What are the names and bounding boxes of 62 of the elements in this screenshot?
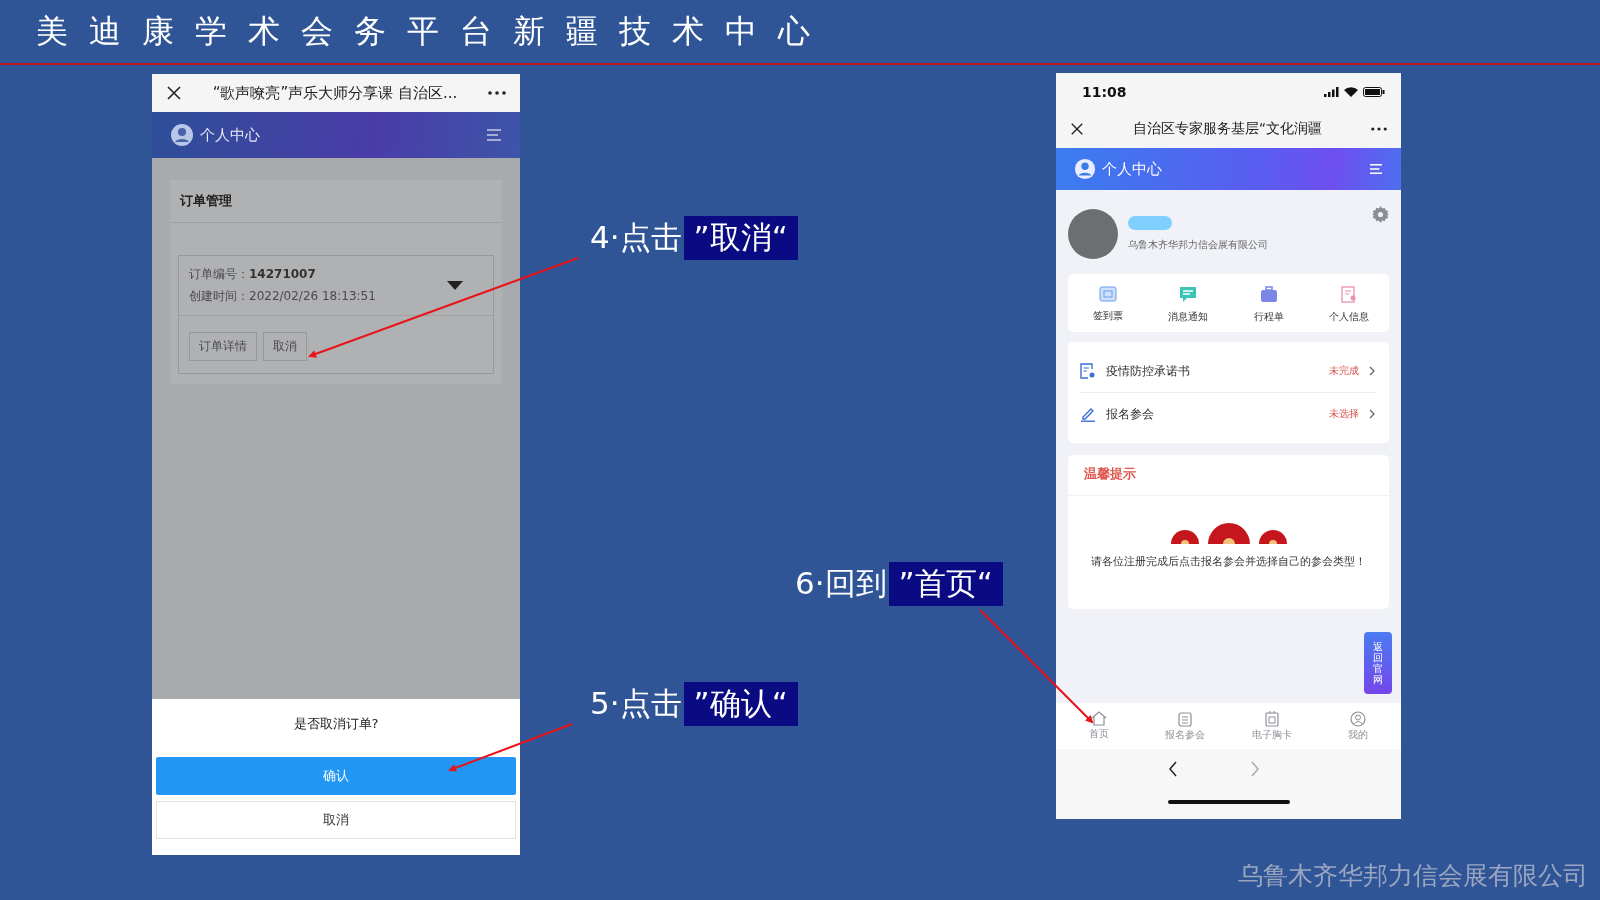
order-number: 订单编号：14271007: [189, 266, 317, 283]
created-time: 创建时间：2022/02/26 18:13:51: [189, 288, 376, 305]
company-name: 乌鲁木齐华邦力信会展有限公司: [1128, 238, 1269, 252]
slide-title: 美迪康学术会务平台新疆技术中心: [36, 11, 831, 52]
tab[interactable]: 我的: [1327, 710, 1388, 742]
clipboard-icon: [1178, 710, 1193, 727]
luggage-icon: [1259, 286, 1278, 303]
cancel-button[interactable]: 取消: [263, 332, 307, 361]
tab[interactable]: 电子胸卡: [1241, 710, 1302, 742]
highlighted-label: ”首页“: [888, 562, 1003, 606]
message-icon: [1179, 286, 1198, 303]
badge-icon: [1264, 710, 1279, 727]
shortcut-item[interactable]: 消息通知: [1153, 286, 1224, 324]
notice-title: 温馨提示: [1068, 455, 1389, 496]
highlighted-label: ”取消“: [683, 216, 798, 260]
home-icon: [1091, 711, 1108, 726]
shortcut-item[interactable]: 行程单: [1233, 286, 1304, 324]
header-title: 个人中心: [1102, 159, 1162, 179]
close-icon[interactable]: [1070, 122, 1084, 136]
battery-icon: [1363, 86, 1385, 97]
pen-icon: [1080, 406, 1096, 422]
menu-icon[interactable]: [486, 128, 502, 142]
page-title: “歌声嘹亮”声乐大师分享课 自治区...: [211, 83, 459, 103]
header-title: 个人中心: [200, 125, 260, 145]
step-label: 4·点击: [590, 218, 683, 257]
order-details-button[interactable]: 订单详情: [189, 332, 257, 361]
page-title: 自治区专家服务基层“文化润疆: [1132, 120, 1323, 138]
step-label: 5·点击: [590, 684, 683, 723]
document-icon: [1080, 363, 1096, 379]
section-title: 订单管理: [170, 180, 502, 223]
cancel-button[interactable]: 取消: [156, 801, 516, 839]
confirm-button[interactable]: 确认: [156, 757, 516, 795]
task-row[interactable]: 报名参会 未选择: [1080, 392, 1375, 435]
settings-icon[interactable]: [1372, 206, 1389, 223]
caret-icon[interactable]: [447, 281, 463, 290]
highlighted-label: ”确认“: [683, 682, 798, 726]
user-icon: [170, 123, 194, 147]
tab[interactable]: 首页: [1069, 711, 1130, 741]
user-icon: [1349, 710, 1366, 727]
tab[interactable]: 报名参会: [1155, 710, 1216, 742]
shortcut-item[interactable]: 签到票: [1073, 286, 1144, 324]
back-to-site-button[interactable]: 返回官网: [1364, 632, 1392, 694]
avatar: [1068, 209, 1118, 259]
back-icon[interactable]: [1167, 761, 1178, 777]
signal-icon: [1324, 86, 1339, 97]
profile-icon: [1340, 286, 1357, 303]
chevron-right-icon: [1369, 409, 1375, 419]
company-footer: 乌鲁木齐华邦力信会展有限公司: [1238, 859, 1588, 892]
task-row[interactable]: 疫情防控承诺书 未完成: [1080, 350, 1375, 392]
more-icon[interactable]: [488, 91, 506, 95]
wifi-icon: [1344, 86, 1358, 97]
notice-text: 请各位注册完成后点击报名参会并选择自己的参会类型！: [1091, 554, 1366, 570]
name-redaction: [1128, 216, 1172, 230]
ticket-icon: [1099, 286, 1118, 302]
shortcut-item[interactable]: 个人信息: [1313, 286, 1384, 324]
dialog-question: 是否取消订单?: [292, 715, 380, 733]
close-icon[interactable]: [166, 85, 182, 101]
step-label: 6·回到: [795, 564, 888, 603]
chevron-right-icon: [1369, 366, 1375, 376]
more-icon[interactable]: [1371, 127, 1387, 131]
status-time: 11:08: [1082, 83, 1127, 100]
user-icon: [1074, 158, 1096, 180]
